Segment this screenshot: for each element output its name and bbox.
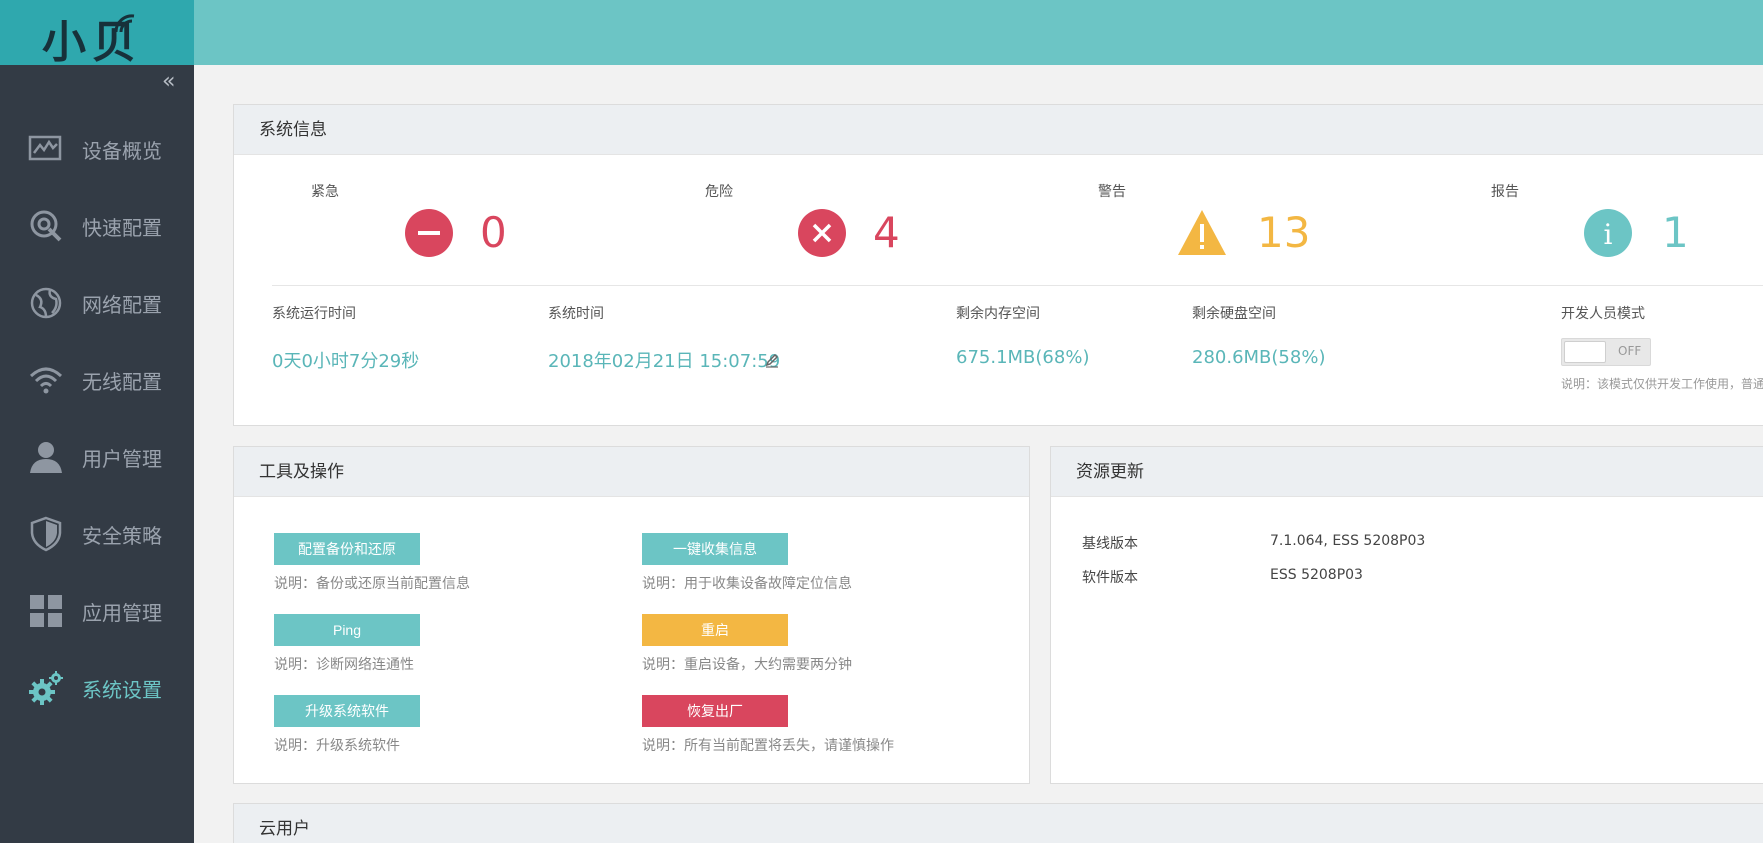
alert-label-urgent: 紧急 xyxy=(311,184,339,200)
sidebar-item-label: 设备概览 xyxy=(82,139,162,163)
warning-triangle-icon xyxy=(1178,210,1226,255)
sidebar-item-network-config[interactable]: 网络配置 xyxy=(0,272,194,332)
shield-icon xyxy=(30,516,62,552)
top-bar xyxy=(0,0,1763,65)
sidebar-item-quick-config[interactable]: 快速配置 xyxy=(0,195,194,255)
developer-mode-toggle[interactable]: OFF xyxy=(1561,338,1651,366)
apps-grid-icon xyxy=(30,595,62,627)
factory-reset-note: 说明：所有当前配置将丢失，请谨慎操作 xyxy=(642,738,894,754)
globe-icon xyxy=(30,287,62,319)
backup-restore-button[interactable]: 配置备份和还原 xyxy=(274,533,420,565)
developer-mode-note: 说明：该模式仅供开发工作使用，普通 xyxy=(1561,377,1763,391)
toggle-state-text: OFF xyxy=(1618,344,1642,358)
quick-config-icon xyxy=(30,210,62,242)
minus-circle-icon xyxy=(405,209,453,257)
dashboard-icon xyxy=(28,135,62,161)
x-circle-icon xyxy=(798,209,846,257)
sidebar-item-user-management[interactable]: 用户管理 xyxy=(0,426,194,486)
panel-title: 资源更新 xyxy=(1051,447,1763,497)
alert-count-danger[interactable]: 4 xyxy=(873,208,900,258)
upgrade-software-button[interactable]: 升级系统软件 xyxy=(274,695,420,727)
resource-update-panel: 资源更新 基线版本 7.1.064, ESS 5208P03 软件版本 ESS … xyxy=(1050,446,1763,784)
sidebar-item-system-settings[interactable]: 系统设置 xyxy=(0,657,194,717)
sidebar-item-label: 快速配置 xyxy=(82,216,162,240)
sidebar-item-wireless-config[interactable]: 无线配置 xyxy=(0,349,194,409)
sidebar-item-label: 无线配置 xyxy=(82,370,162,394)
ping-button[interactable]: Ping xyxy=(274,614,420,646)
edit-pencil-icon[interactable] xyxy=(764,352,780,368)
alert-count-warning[interactable]: 13 xyxy=(1257,208,1310,258)
panel-title: 工具及操作 xyxy=(234,447,1029,497)
svg-text:i: i xyxy=(1604,218,1613,251)
collect-info-button[interactable]: 一键收集信息 xyxy=(642,533,788,565)
alert-label-report: 报告 xyxy=(1491,184,1519,200)
wifi-icon xyxy=(29,367,63,394)
software-version-label: 软件版本 xyxy=(1082,570,1138,586)
toggle-knob xyxy=(1564,341,1606,363)
system-info-panel: 系统信息 紧急 0 危险 4 警告 13 报告 i 1 系统运行时间 0天0小时… xyxy=(233,104,1763,426)
gears-icon xyxy=(29,671,63,705)
divider xyxy=(272,285,1763,286)
reboot-button[interactable]: 重启 xyxy=(642,614,788,646)
baseline-version-label: 基线版本 xyxy=(1082,536,1138,552)
sidebar-item-security-policy[interactable]: 安全策略 xyxy=(0,503,194,563)
uptime-label: 系统运行时间 xyxy=(272,306,356,322)
reboot-note: 说明：重启设备，大约需要两分钟 xyxy=(642,657,852,673)
factory-reset-button[interactable]: 恢复出厂 xyxy=(642,695,788,727)
user-icon xyxy=(30,442,62,473)
system-time-value: 2018年02月21日 15:07:59 xyxy=(548,351,781,372)
sidebar-item-label: 安全策略 xyxy=(82,524,162,548)
panel-title: 系统信息 xyxy=(234,105,1763,155)
sidebar-item-device-overview[interactable]: 设备概览 xyxy=(0,118,194,178)
ping-note: 说明：诊断网络连通性 xyxy=(274,657,414,673)
alert-count-report[interactable]: 1 xyxy=(1662,208,1689,258)
info-circle-icon: i xyxy=(1584,209,1632,257)
developer-mode-label: 开发人员模式 xyxy=(1561,306,1645,322)
sidebar-item-label: 系统设置 xyxy=(82,678,162,702)
collect-info-note: 说明：用于收集设备故障定位信息 xyxy=(642,576,852,592)
signal-wave-icon xyxy=(114,14,135,33)
cloud-user-panel: 云用户 xyxy=(233,803,1763,843)
software-version-value: ESS 5208P03 xyxy=(1270,567,1363,583)
panel-title: 云用户 xyxy=(234,804,1763,843)
collapse-sidebar-button[interactable]: « xyxy=(162,69,175,94)
sidebar: « 设备概览 快速配置 网络配置 无线配置 用户管理 安全策略 应用管理 系统设… xyxy=(0,65,194,843)
alert-label-danger: 危险 xyxy=(705,184,733,200)
logo[interactable]: 小贝 xyxy=(0,0,194,68)
sidebar-item-label: 网络配置 xyxy=(82,293,162,317)
free-disk-label: 剩余硬盘空间 xyxy=(1192,306,1276,322)
tools-panel: 工具及操作 配置备份和还原 说明：备份或还原当前配置信息 一键收集信息 说明：用… xyxy=(233,446,1030,784)
sidebar-item-label: 用户管理 xyxy=(82,447,162,471)
free-disk-value: 280.6MB(58%) xyxy=(1192,347,1326,368)
backup-restore-note: 说明：备份或还原当前配置信息 xyxy=(274,576,470,592)
free-memory-value: 675.1MB(68%) xyxy=(956,347,1090,368)
uptime-value: 0天0小时7分29秒 xyxy=(272,351,420,372)
upgrade-software-note: 说明：升级系统软件 xyxy=(274,738,400,754)
free-memory-label: 剩余内存空间 xyxy=(956,306,1040,322)
sidebar-item-app-management[interactable]: 应用管理 xyxy=(0,580,194,640)
alert-label-warning: 警告 xyxy=(1098,184,1126,200)
alert-count-urgent[interactable]: 0 xyxy=(480,208,507,258)
baseline-version-value: 7.1.064, ESS 5208P03 xyxy=(1270,533,1426,549)
sidebar-item-label: 应用管理 xyxy=(82,601,162,625)
system-time-label: 系统时间 xyxy=(548,306,604,322)
